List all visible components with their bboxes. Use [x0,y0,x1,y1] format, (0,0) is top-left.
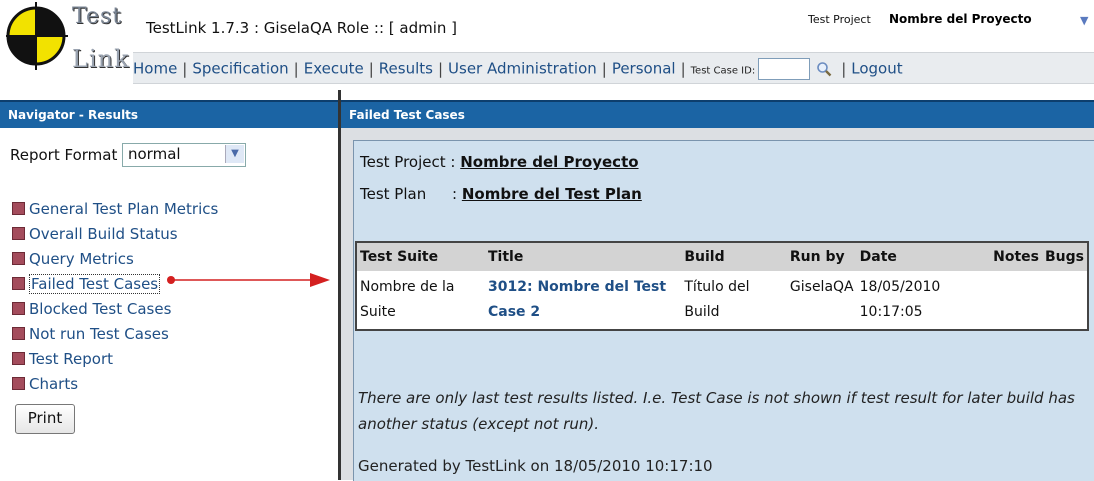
results-note: There are only last test results listed.… [358,389,1075,433]
bullet-icon [12,377,25,390]
test-plan-row: Test Plan: Nombre del Test Plan [360,185,642,203]
cell-bugs [1042,271,1088,330]
header: Test Link TestLink 1.7.3 : GiselaQA Role… [0,0,1094,88]
chevron-down-icon[interactable]: ▼ [1080,14,1088,27]
report-item-blocked-test-cases[interactable]: Blocked Test Cases [12,300,218,325]
bullet-icon [12,352,25,365]
test-project-select[interactable]: Nombre del Proyecto [889,12,1032,26]
test-plan-label: Test Plan [360,185,427,203]
print-button[interactable]: Print [15,404,75,434]
testlink-logo-icon [6,2,68,70]
menu-logout[interactable]: Logout [851,60,902,78]
results-content: Test Project : Nombre del Proyecto Test … [353,140,1094,481]
test-case-id-label: Test Case ID: [690,65,756,77]
cell-build: Título del Build [684,279,750,320]
menu-results[interactable]: Results [379,60,433,78]
test-plan-link[interactable]: Nombre del Test Plan [462,185,642,203]
test-project-label: Test Project [808,13,871,26]
report-format-value: normal [128,145,181,163]
column-header[interactable]: Run by [786,242,857,271]
menu-specification[interactable]: Specification [192,60,288,78]
menu-home[interactable]: Home [133,60,177,78]
navigator-panel: Navigator - Results Report Format normal… [0,100,338,480]
chevron-down-icon[interactable]: ▼ [225,145,244,163]
column-header[interactable]: Notes [990,242,1042,271]
column-header[interactable]: Test Suite [356,242,485,271]
failed-test-cases-table: Test Suite Title Build Run by Date Notes… [355,241,1089,331]
menu-separator: | [437,59,444,78]
cell-test-suite: Nombre de la Suite [360,279,455,320]
column-header[interactable]: Build [681,242,787,271]
generated-footer: Generated by TestLink on 18/05/2010 10:1… [358,457,713,475]
cell-title: 3012: Nombre del Test Case 2 [485,271,681,330]
results-title: Failed Test Cases [341,100,1094,128]
report-item-overall-build-status[interactable]: Overall Build Status [12,225,218,250]
menu-separator: | [293,59,299,78]
report-item-not-run-test-cases[interactable]: Not run Test Cases [12,325,218,350]
column-header[interactable]: Date [856,242,991,271]
table-header-row: Test Suite Title Build Run by Date Notes… [356,242,1088,271]
menu-separator: | [601,59,607,78]
column-header[interactable]: Bugs [1041,242,1088,271]
test-plan-separator: : [452,185,458,203]
table-row: Nombre de la Suite 3012: Nombre del Test… [356,271,1088,330]
logo-word-link: Link [72,45,130,73]
test-project-label: Test Project : [360,153,456,171]
red-arrow-annotation-icon [167,273,330,287]
bullet-icon [12,202,25,215]
report-list: General Test Plan Metrics Overall Build … [12,200,218,400]
menu-personal[interactable]: Personal [612,60,676,78]
report-item-test-report[interactable]: Test Report [12,350,218,375]
report-format-label: Report Format [10,146,118,164]
menu-execute[interactable]: Execute [304,60,364,78]
bullet-icon [12,277,25,290]
menu-separator: | [680,59,686,78]
menu-separator: | [368,59,374,78]
cell-run-by: GiselaQA [789,279,854,295]
report-format-select[interactable]: normal ▼ [122,143,246,167]
report-item-general-test-plan-metrics[interactable]: General Test Plan Metrics [12,200,218,225]
test-case-link[interactable]: 3012: Nombre del Test Case 2 [488,279,666,320]
menu-user-administration[interactable]: User Administration [448,60,597,78]
bullet-icon [12,227,25,240]
cell-date: 18/05/2010 10:17:05 [859,279,941,320]
column-header[interactable]: Title [485,242,682,271]
bullet-icon [12,302,25,315]
menu-separator: | [841,59,847,78]
test-project-row: Test Project : Nombre del Proyecto [360,153,639,171]
navigator-title: Navigator - Results [0,100,338,128]
cell-notes [990,271,1042,330]
results-panel: Failed Test Cases Test Project : Nombre … [341,100,1094,481]
menu-separator: | [182,59,188,78]
bullet-icon [12,252,25,265]
bullet-icon [12,327,25,340]
report-item-charts[interactable]: Charts [12,375,218,400]
test-case-id-input[interactable] [758,58,811,80]
search-icon[interactable] [816,61,832,77]
main-menu: Home | Specification | Execute | Results | User … [133,52,1094,84]
app-title: TestLink 1.7.3 : GiselaQA Role :: [ admi… [146,19,458,37]
logo-word-test: Test [72,4,123,29]
test-project-link[interactable]: Nombre del Proyecto [460,153,638,171]
